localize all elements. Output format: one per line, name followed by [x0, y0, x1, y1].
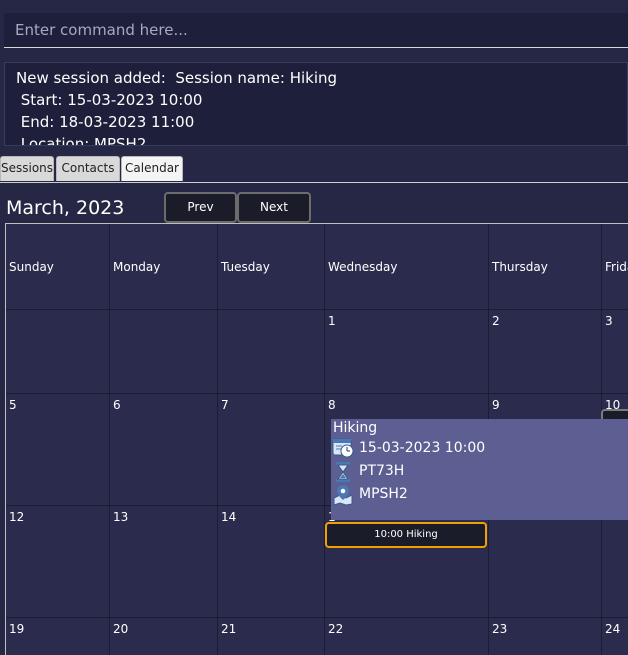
tab-calendar[interactable]: Calendar: [121, 156, 183, 181]
tooltip-location: MPSH2: [359, 486, 408, 502]
tab-sessions[interactable]: Sessions: [0, 156, 54, 181]
tab-contacts[interactable]: Contacts: [56, 156, 120, 181]
day-cell[interactable]: 20: [110, 618, 218, 655]
day-cell[interactable]: 12: [6, 506, 110, 618]
day-cell[interactable]: [218, 310, 325, 394]
result-display[interactable]: New session added: Session name: Hiking …: [4, 62, 628, 146]
day-cell[interactable]: 13: [110, 506, 218, 618]
tooltip-start: 15-03-2023 10:00: [359, 440, 486, 456]
month-title: March, 2023: [6, 197, 125, 219]
day-cell[interactable]: 22: [325, 618, 489, 655]
day-cell[interactable]: 19: [6, 618, 110, 655]
day-cell[interactable]: 5: [6, 394, 110, 506]
weekday-wednesday: Wednesday: [325, 224, 489, 310]
weekday-monday: Monday: [110, 224, 218, 310]
calendar-clock-icon: [332, 436, 354, 458]
event-tooltip: Hiking 15-03-2023 10:00 PT73H MPSH2: [331, 419, 628, 520]
location-pin-icon: [332, 484, 354, 506]
command-bar: [4, 13, 628, 48]
day-cell[interactable]: 23: [489, 618, 602, 655]
day-cell[interactable]: 2: [489, 310, 602, 394]
day-cell[interactable]: [489, 506, 602, 618]
day-cell[interactable]: 21: [218, 618, 325, 655]
day-cell[interactable]: [6, 310, 110, 394]
day-cell[interactable]: 24: [602, 618, 628, 655]
weekday-thursday: Thursday: [489, 224, 602, 310]
day-cell[interactable]: 3: [602, 310, 628, 394]
prev-month-button[interactable]: Prev: [164, 192, 237, 223]
day-cell[interactable]: [110, 310, 218, 394]
hourglass-icon: [332, 461, 354, 483]
next-month-button[interactable]: Next: [237, 192, 311, 223]
tab-bar: Sessions Contacts Calendar: [0, 156, 628, 183]
tooltip-duration: PT73H: [359, 463, 405, 479]
day-cell[interactable]: 6: [110, 394, 218, 506]
weekday-friday: Frida: [602, 224, 628, 310]
tooltip-title: Hiking: [333, 420, 378, 436]
day-cell[interactable]: [602, 506, 628, 618]
event-hiking-button[interactable]: 10:00 Hiking: [325, 522, 487, 548]
weekday-sunday: Sunday: [6, 224, 110, 310]
day-cell[interactable]: 1: [325, 310, 489, 394]
day-cell[interactable]: 7: [218, 394, 325, 506]
weekday-tuesday: Tuesday: [218, 224, 325, 310]
command-input[interactable]: [4, 13, 628, 47]
day-cell[interactable]: 14: [218, 506, 325, 618]
